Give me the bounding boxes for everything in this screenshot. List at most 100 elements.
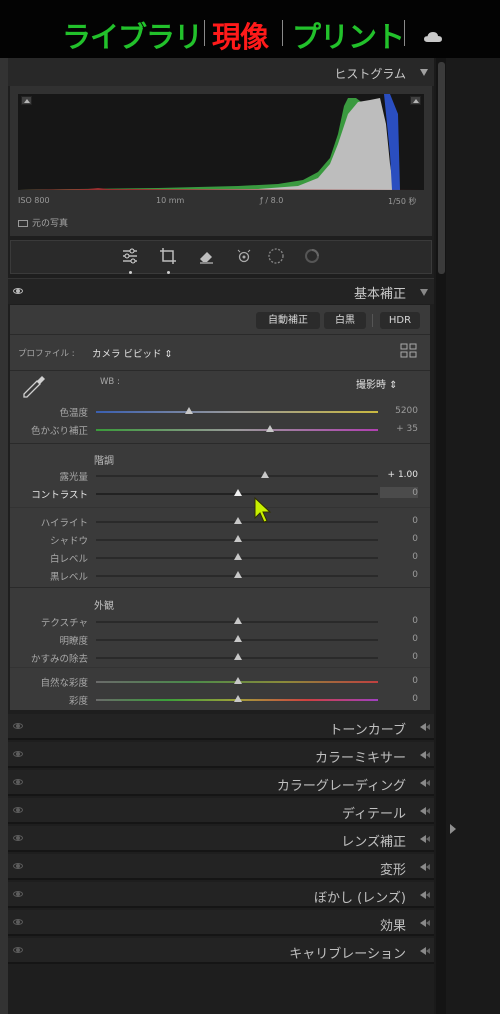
eye-icon[interactable] [13, 919, 23, 925]
bw-button[interactable]: 白黒 [324, 312, 366, 329]
section-lens-blur[interactable]: ぼかし (レンズ) [8, 882, 434, 908]
wb-dropdown[interactable]: 撮影時 ⇕ [356, 376, 398, 391]
texture-label: テクスチャ [40, 618, 88, 629]
module-develop[interactable]: 現像 [212, 14, 269, 56]
tint-label: 色かぶり補正 [30, 426, 88, 437]
section-transform[interactable]: 変形 [8, 854, 434, 880]
module-separator [404, 20, 405, 46]
panel-expand-arrow-icon[interactable] [450, 824, 456, 834]
expand-icon [426, 808, 430, 814]
auto-button[interactable]: 自動補正 [256, 312, 320, 329]
contrast-value[interactable]: 0 [412, 488, 418, 498]
saturation-slider-thumb[interactable] [234, 695, 242, 702]
tint-value[interactable]: + 35 [396, 424, 418, 434]
wb-label: WB : [100, 377, 120, 387]
redeye-icon[interactable] [235, 247, 253, 265]
whites-value[interactable]: 0 [412, 552, 418, 562]
temp-slider-thumb[interactable] [185, 407, 193, 414]
collapse-icon[interactable] [420, 289, 428, 296]
blacks-slider-thumb[interactable] [234, 571, 242, 578]
eye-icon[interactable] [13, 835, 23, 841]
crop-icon[interactable] [159, 247, 177, 265]
tint-slider[interactable] [96, 429, 378, 431]
eye-icon[interactable] [13, 751, 23, 757]
section-effects[interactable]: 効果 [8, 910, 434, 936]
clarity-value[interactable]: 0 [412, 634, 418, 644]
saturation-value[interactable]: 0 [412, 694, 418, 704]
tone-title: 階調 [94, 456, 114, 467]
eye-icon[interactable] [13, 807, 23, 813]
whites-slider-thumb[interactable] [234, 553, 242, 560]
section-detail[interactable]: ディテール [8, 798, 434, 824]
aperture-info: ƒ / 8.0 [260, 196, 284, 205]
temp-value[interactable]: 5200 [395, 406, 418, 416]
exposure-value[interactable]: + 1.00 [388, 470, 418, 480]
tone-curve-title: トーンカーブ [329, 723, 406, 738]
eye-icon[interactable] [13, 779, 23, 785]
shadows-value[interactable]: 0 [412, 534, 418, 544]
clarity-slider-thumb[interactable] [234, 635, 242, 642]
eyedropper-icon[interactable] [20, 373, 48, 401]
vibrance-label: 自然な彩度 [40, 678, 88, 689]
preset-icon[interactable] [303, 247, 321, 265]
hdr-button[interactable]: HDR [380, 312, 420, 329]
exposure-slider[interactable] [96, 475, 378, 477]
cloud-icon[interactable] [424, 31, 442, 43]
sliders-icon[interactable] [121, 247, 139, 265]
module-picker: ライブラリ 現像 プリント [0, 0, 500, 58]
eye-icon[interactable] [13, 947, 23, 953]
module-library[interactable]: ライブラリ [62, 14, 203, 56]
section-lens-corrections[interactable]: レンズ補正 [8, 826, 434, 852]
original-photo-toggle[interactable]: 元の写真 [18, 216, 68, 229]
eye-icon[interactable] [13, 863, 23, 869]
histogram-header[interactable]: ヒストグラム [8, 58, 434, 86]
vibrance-slider-thumb[interactable] [234, 677, 242, 684]
eraser-icon[interactable] [197, 247, 215, 265]
vibrance-value[interactable]: 0 [412, 676, 418, 686]
texture-slider-thumb[interactable] [234, 617, 242, 624]
eye-icon[interactable] [13, 891, 23, 897]
shadows-slider-thumb[interactable] [234, 535, 242, 542]
histogram-graph[interactable] [18, 94, 424, 190]
basic-panel-body: 自動補正 白黒 HDR プロファイル : カメラ ビビッド ⇕ WB : 撮影時… [10, 305, 430, 710]
eye-icon[interactable] [13, 723, 23, 729]
dehaze-slider-thumb[interactable] [234, 653, 242, 660]
tint-slider-thumb[interactable] [266, 425, 274, 432]
expand-icon [426, 920, 430, 926]
shadow-clipping-icon[interactable] [21, 96, 32, 105]
tool-strip [10, 240, 432, 274]
texture-value[interactable]: 0 [412, 616, 418, 626]
expand-icon [426, 948, 430, 954]
highlight-clipping-icon[interactable] [410, 96, 421, 105]
section-calibration[interactable]: キャリブレーション [8, 938, 434, 964]
temp-slider[interactable] [96, 411, 378, 413]
divider [10, 443, 430, 444]
shutter-info: 1/50 秒 [388, 197, 417, 206]
highlights-value[interactable]: 0 [412, 516, 418, 526]
divider [10, 667, 430, 668]
collapse-icon[interactable] [420, 69, 428, 76]
expand-icon [426, 724, 430, 730]
eye-icon[interactable] [13, 288, 23, 294]
exposure-label: 露光量 [59, 472, 88, 483]
blacks-value[interactable]: 0 [412, 570, 418, 580]
contrast-slider-thumb[interactable] [234, 489, 242, 496]
histogram-chart [18, 94, 424, 190]
scrollbar-thumb[interactable] [438, 62, 445, 274]
basic-panel-header[interactable]: 基本補正 [8, 278, 434, 304]
highlights-slider-thumb[interactable] [234, 517, 242, 524]
section-tone-curve[interactable]: トーンカーブ [8, 714, 434, 740]
section-color-grading[interactable]: カラーグレーディング [8, 770, 434, 796]
basic-title: 基本補正 [353, 287, 406, 302]
mask-icon[interactable] [267, 247, 285, 265]
dehaze-value[interactable]: 0 [412, 652, 418, 662]
profile-browser-icon[interactable] [400, 343, 418, 359]
module-print[interactable]: プリント [292, 14, 405, 56]
checkbox-icon[interactable] [18, 220, 28, 227]
tool-active-dot [167, 271, 170, 274]
expand-icon [426, 752, 430, 758]
section-color-mixer[interactable]: カラーミキサー [8, 742, 434, 768]
exposure-slider-thumb[interactable] [261, 471, 269, 478]
profile-dropdown[interactable]: カメラ ビビッド ⇕ [92, 346, 173, 360]
expand-icon [426, 864, 430, 870]
